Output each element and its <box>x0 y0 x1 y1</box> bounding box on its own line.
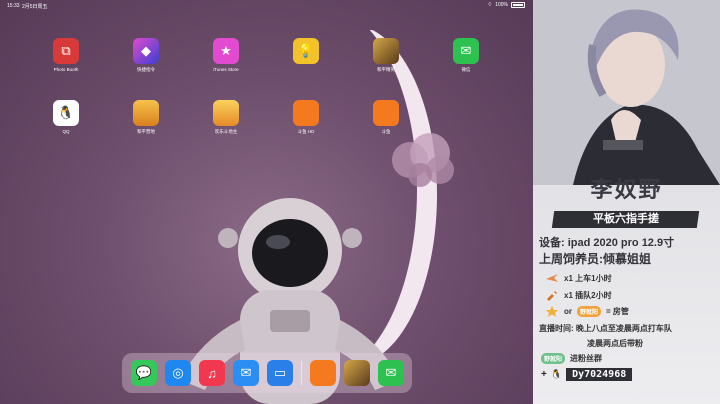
app-label: 和平营地 <box>137 129 155 134</box>
app-label: Photo Booth <box>53 67 79 72</box>
star-gift-icon <box>546 306 558 317</box>
music-note-icon[interactable]: ♫ <box>199 360 225 386</box>
app-label: iTunes Store <box>213 67 239 72</box>
app-happy-landlord[interactable]: 欢乐斗地主 <box>201 100 251 135</box>
lightbulb-icon: 💡 <box>293 38 319 64</box>
plus-icon: + <box>541 369 547 380</box>
status-time: 15:33 <box>7 3 20 9</box>
happy-landlord-icon <box>213 100 239 126</box>
gift-1-text: x1 上车1小时 <box>564 273 612 283</box>
itunes-star-icon: ★ <box>213 38 239 64</box>
app-label: 和平精英 <box>377 67 395 72</box>
gift-row-2: x1 插队2小时 <box>545 289 612 301</box>
dock: 💬 ◎ ♫ ✉ ▭ ✉ <box>122 353 412 393</box>
app-qq[interactable]: 🐧 QQ <box>41 100 91 134</box>
app-peace-elite[interactable]: 和平精英 <box>361 38 411 73</box>
gift-2-text: x1 插队2小时 <box>564 290 612 300</box>
contact-row: + 🐧 Dy7024968 <box>541 368 633 381</box>
douyu-icon <box>373 100 399 126</box>
photo-booth-icon: ⧉ <box>53 38 79 64</box>
app-peace-camp[interactable]: 和平营地 <box>121 100 171 135</box>
device-info: 设备: ipad 2020 pro 12.9寸 <box>539 237 675 249</box>
wechat-icon: ✉ <box>453 38 479 64</box>
app-wechat[interactable]: ✉ 微信 <box>441 38 491 73</box>
peace-elite-icon <box>373 38 399 64</box>
qq-penguin-icon: 🐧 <box>550 369 563 379</box>
gift-row-1: x1 上车1小时 <box>545 272 612 284</box>
or-text: or <box>564 306 572 316</box>
group-text: 进粉丝群 <box>570 354 603 363</box>
qq-penguin-icon: 🐧 <box>53 100 79 126</box>
fan-badge: 野就阳 <box>577 305 602 317</box>
wifi-icon: ⌔ <box>487 2 493 8</box>
stream-time-line-1: 直播时间: 晚上八点至凌晨两点打车队 <box>539 324 672 333</box>
rocket-gift-icon <box>547 291 557 301</box>
app-label: 斗鱼 HD <box>297 129 315 134</box>
app-tips[interactable]: 💡 <box>281 38 331 67</box>
wechat-icon[interactable]: ✉ <box>378 360 404 386</box>
peace-camp-icon <box>133 100 159 126</box>
app-label: 微信 <box>461 67 471 72</box>
room-admin-row: or 野就阳 = 房管 <box>545 305 629 317</box>
battery-icon <box>511 2 525 8</box>
safari-compass-icon[interactable]: ◎ <box>165 360 191 386</box>
peace-elite-icon[interactable] <box>344 360 370 386</box>
banner-text: 平板六指手搓 <box>592 213 659 225</box>
app-itunes-store[interactable]: ★ iTunes Store <box>201 38 251 72</box>
app-label: 快捷指令 <box>137 67 155 72</box>
ipad-screen: 15:33 2月5日周五 ⌔ 100% ⧉ Photo Booth ◆ 快捷指令… <box>0 0 533 404</box>
contact-id: Dy7024968 <box>566 368 633 381</box>
app-shortcuts[interactable]: ◆ 快捷指令 <box>121 38 171 73</box>
dock-divider <box>301 361 302 385</box>
status-bar: 15:33 2月5日周五 ⌔ 100% <box>0 0 533 12</box>
douyu-hd-icon <box>293 100 319 126</box>
app-photo-booth[interactable]: ⧉ Photo Booth <box>41 38 91 72</box>
plane-gift-icon <box>546 274 558 282</box>
messages-icon[interactable]: 💬 <box>131 360 157 386</box>
douyu-icon[interactable] <box>310 360 336 386</box>
status-indicators: ⌔ 100% <box>487 2 525 8</box>
room-admin-text: = 房管 <box>606 306 629 316</box>
app-label: 斗鱼 <box>381 129 391 134</box>
feeder-info: 上周饲养员:倾慕姐姐 <box>539 252 651 266</box>
stream-banner: 平板六指手搓 <box>551 211 700 228</box>
mail-envelope-icon[interactable]: ✉ <box>233 360 259 386</box>
battery-percent: 100% <box>495 2 508 8</box>
fan-group-row: 野就阳 进粉丝群 <box>541 353 602 364</box>
streamer-info-panel: 李奴野 平板六指手搓 设备: ipad 2020 pro 12.9寸 上周饲养员… <box>533 0 720 404</box>
app-label: 欢乐斗地主 <box>214 129 238 134</box>
streamer-name: 李奴野 <box>590 177 663 203</box>
app-douyu[interactable]: 斗鱼 <box>361 100 411 135</box>
files-folder-icon[interactable]: ▭ <box>267 360 293 386</box>
app-label: QQ <box>62 129 70 134</box>
streamer-avatar-illustration <box>533 0 720 185</box>
app-douyu-hd[interactable]: 斗鱼 HD <box>281 100 331 135</box>
group-badge: 野就阳 <box>541 353 566 364</box>
shortcuts-icon: ◆ <box>133 38 159 64</box>
stream-time-line-2: 凌晨两点后带粉 <box>587 339 643 348</box>
status-date: 2月5日周五 <box>22 4 48 10</box>
